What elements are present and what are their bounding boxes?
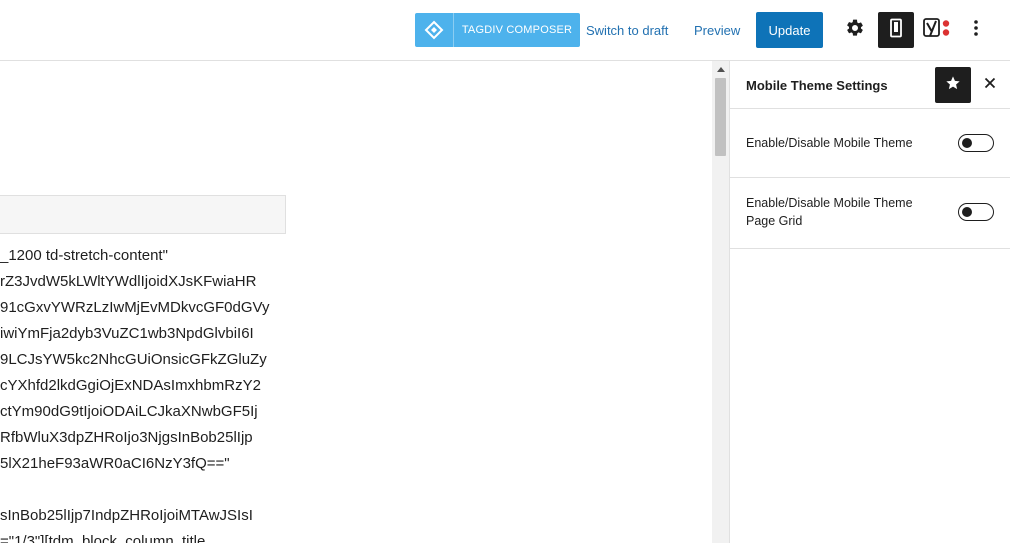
shortcode-text[interactable]: _1200 td-stretch-content" rZ3JvdW5kLWltY… (0, 243, 300, 543)
toggle-knob (962, 137, 972, 148)
code-line: 5lX21heF93aWR0aCI6NzY3fQ==" (0, 455, 230, 472)
setting-label: Enable/Disable Mobile Theme (746, 136, 913, 150)
star-icon (945, 75, 961, 96)
composer-button-label: TAGDIV COMPOSER (461, 24, 573, 36)
settings-sidebar: Mobile Theme Settings Enable/Disable Mob… (729, 61, 1010, 543)
code-line: sInBob25lIjp7IndpZHRoIjoiMTAwJSIsI (0, 507, 253, 524)
yoast-seo-button[interactable] (919, 12, 955, 48)
setting-row-mobile-page-grid: Enable/Disable Mobile Theme Page Grid (730, 178, 1010, 249)
more-options-button[interactable] (958, 12, 994, 48)
scroll-up-arrow-icon[interactable] (712, 61, 729, 78)
update-button[interactable]: Update (756, 12, 823, 48)
mobile-theme-settings-button[interactable] (878, 12, 914, 48)
yoast-seo-icon (922, 16, 952, 45)
shortcode-block-header[interactable] (0, 195, 286, 234)
setting-label: Enable/Disable Mobile Theme Page Grid (746, 196, 913, 228)
switch-to-draft-button[interactable]: Switch to draft (586, 23, 668, 38)
code-line: cYXhfd2lkdGgiOjExNDAsImxhbmRzY2 (0, 377, 261, 394)
code-line: rZ3JvdW5kLWltYWdlIjoidXJsKFwiaHR (0, 273, 257, 290)
toggle-knob (962, 206, 972, 217)
pin-sidebar-button[interactable] (935, 67, 971, 103)
code-line: 91cGxvYWRzLzIwMjEvMDkvcGF0dGVy (0, 299, 270, 316)
code-line: RfbWluX3dpZHRoIjo3NjgsInBob25lIjp (0, 429, 253, 446)
editor-scrollbar[interactable] (712, 61, 729, 543)
code-line: iwiYmFja2dyb3VuZC1wb3NpdGlvbiI6I (0, 325, 254, 342)
gear-icon (845, 18, 865, 43)
sidebar-title: Mobile Theme Settings (746, 78, 888, 93)
settings-button[interactable] (837, 12, 873, 48)
mobile-phone-icon (888, 18, 904, 43)
editor-top-toolbar: TAGDIV COMPOSER Switch to draft Preview … (0, 0, 1010, 61)
mobile-page-grid-toggle[interactable] (958, 203, 994, 221)
code-line: 9LCJsYW5kc2NhcGUiOnsicGFkZGluZy (0, 351, 267, 368)
editor-canvas[interactable]: _1200 td-stretch-content" rZ3JvdW5kLWltY… (0, 61, 712, 543)
setting-row-mobile-theme: Enable/Disable Mobile Theme (730, 109, 1010, 178)
tagdiv-composer-button[interactable]: TAGDIV COMPOSER (415, 13, 580, 47)
code-line: _1200 td-stretch-content" (0, 247, 168, 264)
scrollbar-thumb[interactable] (715, 78, 726, 156)
close-icon (984, 76, 996, 94)
preview-button[interactable]: Preview (694, 23, 740, 38)
sidebar-header: Mobile Theme Settings (730, 61, 1010, 109)
code-line: ="1/3"][tdm_block_column_title (0, 533, 206, 543)
diamond-logo-icon (415, 13, 453, 47)
code-line: ctYm90dG9tIjoiODAiLCJkaXNwbGF5Ij (0, 403, 258, 420)
close-sidebar-button[interactable] (978, 73, 1002, 97)
mobile-theme-toggle[interactable] (958, 134, 994, 152)
vertical-ellipsis-icon (973, 19, 979, 42)
